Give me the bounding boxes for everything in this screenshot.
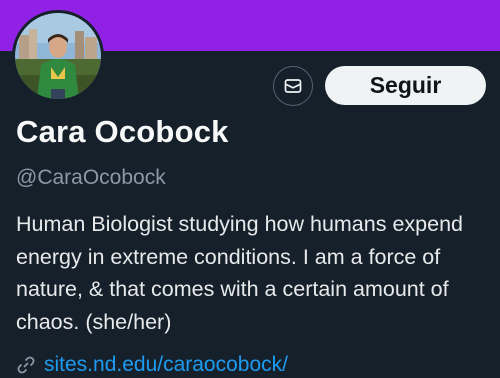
avatar-photo [15, 13, 101, 99]
message-button[interactable] [273, 66, 313, 106]
website-row[interactable]: sites.nd.edu/caraocobock/ [16, 352, 288, 378]
envelope-icon [284, 79, 302, 93]
follow-button[interactable]: Seguir [325, 66, 486, 105]
user-handle: @CaraOcobock [16, 166, 166, 189]
website-link[interactable]: sites.nd.edu/caraocobock/ [44, 352, 288, 378]
display-name: Cara Ocobock [16, 114, 229, 149]
avatar[interactable] [12, 10, 104, 102]
link-icon [17, 356, 35, 374]
profile-bio: Human Biologist studying how humans expe… [16, 212, 463, 334]
